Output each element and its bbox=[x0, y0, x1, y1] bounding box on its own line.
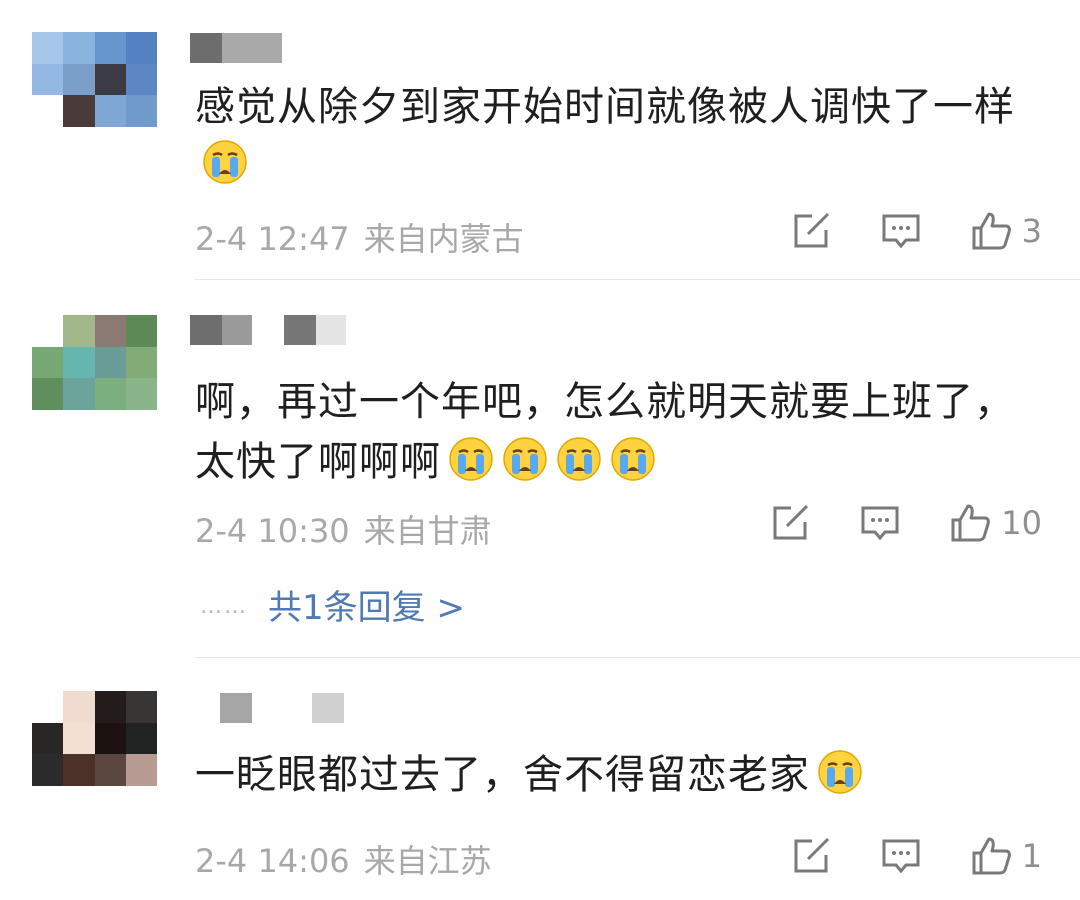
avatar-pixel bbox=[32, 95, 64, 127]
avatar-pixel bbox=[125, 63, 157, 96]
avatar-pixel bbox=[125, 754, 157, 786]
avatar-pixel bbox=[125, 722, 157, 755]
username-block bbox=[222, 315, 252, 345]
avatar-pixel bbox=[94, 95, 126, 127]
username-block bbox=[220, 693, 252, 723]
username-block bbox=[316, 315, 346, 345]
avatar-pixel bbox=[63, 315, 95, 347]
thumbs-up-icon[interactable] bbox=[970, 835, 1012, 877]
comment-time: 2-4 14:06 bbox=[195, 842, 350, 880]
avatar-pixel bbox=[63, 722, 95, 755]
comment-location: 来自内蒙古 bbox=[363, 220, 524, 258]
comment-item: 一眨眼都过去了，舍不得留恋老家 2-4 14:06 来自江苏 1 bbox=[0, 658, 1080, 900]
crying-face-emoji bbox=[816, 748, 864, 796]
reply-dots: …… bbox=[200, 594, 248, 619]
crying-face-emoji bbox=[447, 435, 495, 483]
username-redacted[interactable] bbox=[190, 33, 282, 63]
comment-bubble-icon[interactable] bbox=[859, 502, 901, 544]
comment-text: 一眨眼都过去了，舍不得留恋老家 bbox=[195, 746, 1045, 804]
comment-text: 啊，再过一个年吧，怎么就明天就要上班了，太快了啊啊啊 bbox=[195, 372, 1045, 492]
comment-time: 2-4 10:30 bbox=[195, 512, 350, 550]
username-redacted[interactable] bbox=[220, 693, 344, 723]
avatar-pixel bbox=[125, 32, 157, 64]
comment-actions: 3 bbox=[790, 210, 1042, 252]
avatar-pixel bbox=[32, 315, 64, 347]
comment-text: 感觉从除夕到家开始时间就像被人调快了一样 bbox=[195, 78, 1045, 194]
comment-location: 来自江苏 bbox=[363, 842, 492, 880]
username-block bbox=[252, 315, 284, 345]
avatar-pixel bbox=[63, 32, 95, 64]
comment-text-body: 感觉从除夕到家开始时间就像被人调快了一样 bbox=[195, 84, 1015, 130]
comment-text-body: 一眨眼都过去了，舍不得留恋老家 bbox=[195, 752, 810, 798]
comment-meta: 2-4 10:30 来自甘肃 bbox=[195, 506, 492, 552]
avatar-pixel bbox=[63, 754, 95, 786]
avatar-pixel bbox=[125, 691, 157, 723]
avatar-pixel bbox=[32, 378, 64, 410]
avatar-pixel bbox=[63, 95, 95, 127]
share-edit-icon[interactable] bbox=[790, 835, 832, 877]
avatar-pixel bbox=[94, 691, 126, 723]
avatar-pixel bbox=[125, 378, 157, 410]
comment-item: 感觉从除夕到家开始时间就像被人调快了一样 2-4 12:47 来自内蒙古 3 bbox=[0, 0, 1080, 280]
reply-row: …… 共1条回复 > bbox=[200, 580, 465, 629]
avatar-pixel bbox=[94, 63, 126, 96]
avatar-pixel bbox=[63, 346, 95, 379]
like-count: 10 bbox=[1001, 504, 1042, 542]
avatar-pixel bbox=[94, 722, 126, 755]
avatar-pixel bbox=[125, 95, 157, 127]
avatar-pixel bbox=[32, 754, 64, 786]
avatar[interactable] bbox=[32, 32, 157, 127]
avatar-pixel bbox=[63, 378, 95, 410]
avatar-pixel bbox=[63, 63, 95, 96]
avatar-pixel bbox=[32, 346, 64, 379]
crying-face-emoji bbox=[501, 435, 549, 483]
username-block bbox=[312, 693, 344, 723]
crying-face-emoji bbox=[201, 138, 249, 186]
avatar-pixel bbox=[32, 691, 64, 723]
avatar[interactable] bbox=[32, 691, 157, 786]
avatar-pixel bbox=[94, 378, 126, 410]
crying-face-emoji bbox=[555, 435, 603, 483]
avatar-pixel bbox=[125, 346, 157, 379]
share-edit-icon[interactable] bbox=[790, 210, 832, 252]
username-block bbox=[284, 315, 316, 345]
like-count: 1 bbox=[1021, 837, 1042, 875]
crying-face-emoji bbox=[609, 435, 657, 483]
comment-location: 来自甘肃 bbox=[363, 512, 492, 550]
thumbs-up-icon[interactable] bbox=[949, 502, 991, 544]
username-block bbox=[190, 315, 222, 345]
username-block bbox=[252, 693, 312, 723]
username-block bbox=[190, 33, 222, 63]
comment-item: 啊，再过一个年吧，怎么就明天就要上班了，太快了啊啊啊 2-4 10:30 来自甘肃… bbox=[0, 280, 1080, 658]
comment-meta: 2-4 14:06 来自江苏 bbox=[195, 836, 492, 882]
username-redacted[interactable] bbox=[190, 315, 346, 345]
view-replies-link[interactable]: 共1条回复 > bbox=[268, 588, 465, 628]
avatar-pixel bbox=[63, 691, 95, 723]
avatar-pixel bbox=[32, 722, 64, 755]
username-block bbox=[222, 33, 282, 63]
avatar-pixel bbox=[94, 346, 126, 379]
comment-meta: 2-4 12:47 来自内蒙古 bbox=[195, 214, 524, 260]
like-count: 3 bbox=[1021, 212, 1042, 250]
avatar[interactable] bbox=[32, 315, 157, 410]
avatar-pixel bbox=[94, 315, 126, 347]
comment-actions: 10 bbox=[769, 502, 1042, 544]
comment-actions: 1 bbox=[790, 835, 1042, 877]
thumbs-up-icon[interactable] bbox=[970, 210, 1012, 252]
share-edit-icon[interactable] bbox=[769, 502, 811, 544]
comment-bubble-icon[interactable] bbox=[880, 835, 922, 877]
avatar-pixel bbox=[125, 315, 157, 347]
comment-bubble-icon[interactable] bbox=[880, 210, 922, 252]
avatar-pixel bbox=[32, 63, 64, 96]
avatar-pixel bbox=[32, 32, 64, 64]
comment-time: 2-4 12:47 bbox=[195, 220, 350, 258]
avatar-pixel bbox=[94, 32, 126, 64]
avatar-pixel bbox=[94, 754, 126, 786]
